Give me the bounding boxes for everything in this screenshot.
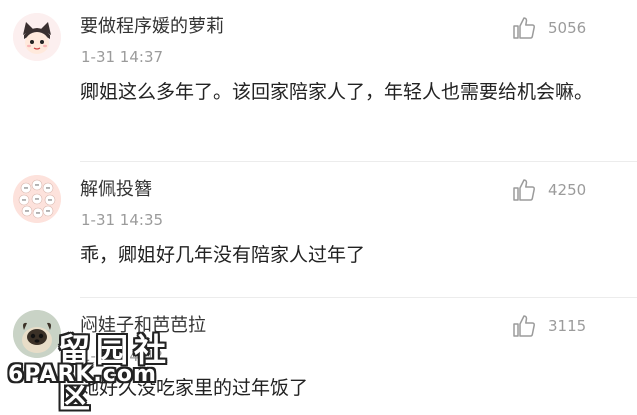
username[interactable]: 闷娃子和芭芭拉 bbox=[80, 315, 206, 337]
like-count: 5056 bbox=[548, 19, 587, 37]
comment-text: 乖，卿姐好几年没有陪家人过年了 bbox=[80, 244, 366, 266]
avatar[interactable] bbox=[13, 13, 61, 61]
like-button[interactable]: 4250 bbox=[512, 178, 602, 204]
thumbs-up-icon bbox=[513, 17, 536, 39]
comment-text: 卿姐这么多年了。该回家陪家人了，年轻人也需要给机会嘛。 bbox=[80, 81, 594, 103]
divider bbox=[80, 161, 637, 162]
comment-item: 闷娃子和芭芭拉 1-31 14:42 3115 她好久没吃家里的过年饭了 bbox=[0, 298, 637, 415]
thumbs-up-icon bbox=[513, 179, 536, 201]
like-count: 4250 bbox=[548, 181, 587, 199]
username[interactable]: 要做程序媛的萝莉 bbox=[80, 16, 224, 38]
like-button[interactable]: 3115 bbox=[512, 314, 602, 340]
username[interactable]: 解佩投簪 bbox=[80, 179, 152, 201]
like-count: 3115 bbox=[548, 317, 587, 335]
avatar[interactable] bbox=[13, 175, 61, 223]
comment-text: 她好久没吃家里的过年饭了 bbox=[80, 377, 309, 399]
comment-item: 解佩投簪 1-31 14:35 4250 乖，卿姐好几年没有陪家人过年了 bbox=[0, 163, 637, 298]
comment-time: 1-31 14:37 bbox=[81, 48, 164, 66]
comment-time: 1-31 14:42 bbox=[81, 347, 164, 365]
thumbs-up-icon bbox=[513, 315, 536, 337]
avatar[interactable] bbox=[13, 310, 61, 358]
like-button[interactable]: 5056 bbox=[512, 16, 602, 42]
comment-time: 1-31 14:35 bbox=[81, 211, 164, 229]
comment-item: 要做程序媛的萝莉 1-31 14:37 5056 卿姐这么多年了。该回家陪家人了… bbox=[0, 0, 637, 163]
